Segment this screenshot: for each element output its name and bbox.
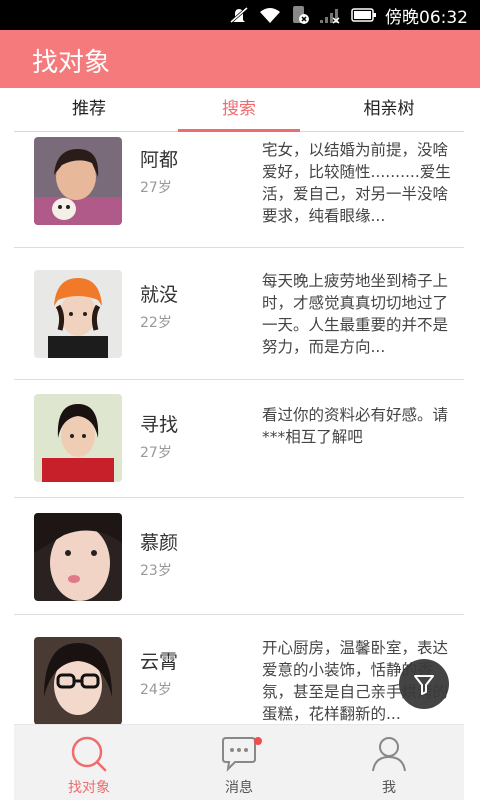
- status-bar: 傍晚06:32: [0, 0, 480, 30]
- app-bar: 找对象: [0, 30, 480, 88]
- profile-description: 宅女，以结婚为前提，没啥爱好，比较随性..........爱生活，爱自己，对另一…: [262, 141, 451, 225]
- filter-icon: [414, 675, 434, 695]
- nav-label: 我: [382, 780, 396, 796]
- filter-button[interactable]: [399, 659, 449, 709]
- mute-icon: [230, 6, 248, 24]
- profile-age: 22岁: [140, 315, 172, 331]
- list-item[interactable]: 寻找 27岁 看过你的资料必有好感。请***相互了解吧: [14, 380, 464, 498]
- profile-description: 看过你的资料必有好感。请***相互了解吧: [262, 406, 449, 446]
- profile-name: 就没: [140, 284, 179, 306]
- profile-name: 阿都: [140, 149, 179, 171]
- page-title: 找对象: [32, 48, 111, 78]
- notification-badge: [254, 737, 262, 745]
- profile-name: 云霄: [140, 651, 179, 673]
- avatar: [34, 394, 122, 482]
- profile-name: 慕颜: [140, 532, 179, 554]
- status-time: 傍晚06:32: [385, 7, 468, 28]
- nav-messages[interactable]: 消息: [164, 725, 314, 800]
- sim-icon: [293, 6, 309, 24]
- list-item[interactable]: 慕颜 23岁: [14, 498, 464, 615]
- avatar: [34, 137, 122, 225]
- chat-icon: [222, 737, 256, 772]
- nav-label: 找对象: [68, 780, 110, 796]
- battery-icon: [351, 8, 376, 22]
- bottom-nav: 找对象 消息 我: [14, 724, 464, 800]
- tab-search[interactable]: 搜索: [164, 88, 314, 132]
- profile-age: 27岁: [140, 445, 172, 461]
- list-item[interactable]: 云霄 24岁 开心厨房，温馨卧室，表达爱意的小装饰，恬静的香氛，甚至是自己亲手烘…: [14, 615, 464, 724]
- list-item[interactable]: 阿都 27岁 宅女，以结婚为前提，没啥爱好，比较随性..........爱生活，…: [14, 133, 464, 248]
- profile-age: 23岁: [140, 563, 172, 579]
- profile-list[interactable]: 阿都 27岁 宅女，以结婚为前提，没啥爱好，比较随性..........爱生活，…: [14, 133, 464, 724]
- nav-me[interactable]: 我: [314, 725, 464, 800]
- tab-matchmaking-tree[interactable]: 相亲树: [314, 88, 464, 131]
- profile-name: 寻找: [140, 414, 179, 436]
- search-icon: [71, 736, 107, 772]
- profile-age: 24岁: [140, 682, 172, 698]
- tab-recommend[interactable]: 推荐: [14, 88, 164, 131]
- signal-icon: [320, 9, 340, 24]
- wifi-icon: [260, 8, 280, 23]
- profile-age: 27岁: [140, 180, 172, 196]
- avatar: [34, 270, 122, 358]
- tab-bar: 推荐 搜索 相亲树: [14, 88, 464, 132]
- avatar: [34, 637, 122, 724]
- nav-find-partner[interactable]: 找对象: [14, 725, 164, 800]
- nav-label: 消息: [225, 780, 253, 796]
- profile-description: 每天晚上疲劳地坐到椅子上时，才感觉真真切切地过了一天。人生最重要的并不是努力，而…: [262, 272, 449, 356]
- list-item[interactable]: 就没 22岁 每天晚上疲劳地坐到椅子上时，才感觉真真切切地过了一天。人生最重要的…: [14, 248, 464, 380]
- avatar: [34, 513, 122, 601]
- profile-description: [262, 522, 458, 544]
- user-icon: [372, 737, 406, 772]
- status-icons: [229, 5, 377, 25]
